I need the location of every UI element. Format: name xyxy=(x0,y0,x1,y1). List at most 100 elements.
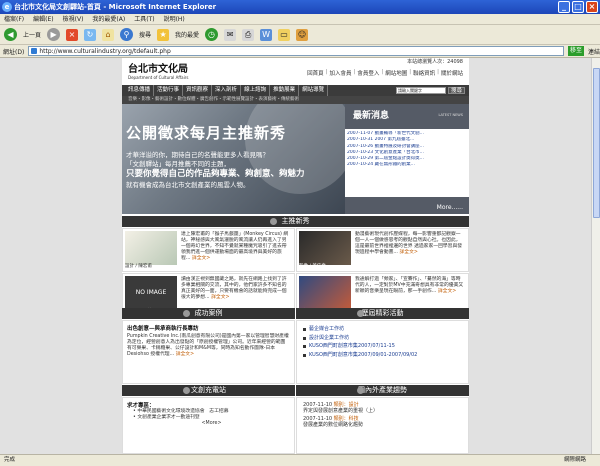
folder-icon[interactable]: ▭ xyxy=(278,28,291,41)
home-icon[interactable]: ⌂ xyxy=(102,28,115,41)
visitor-counter: 本站總瀏覽人次：24098 xyxy=(407,59,463,65)
menu-help[interactable]: 說明(H) xyxy=(164,14,185,24)
event-link[interactable]: 藝企媒合工作坊 xyxy=(303,325,462,334)
menu-bar: 檔案(F) 編輯(E) 檢視(V) 我的最愛(A) 工具(T) 說明(H) xyxy=(0,14,600,25)
site-search: 請輸入關鍵字 搜尋 xyxy=(395,87,469,94)
cases-heading: 成功案例 xyxy=(122,308,295,319)
docs-title: 求才專區： xyxy=(127,403,155,409)
refresh-icon[interactable]: ↻ xyxy=(84,28,97,41)
site-logo[interactable]: 台北市文化局 Department of Cultural Affairs xyxy=(128,60,198,80)
featured-image[interactable] xyxy=(299,276,351,310)
window-titlebar: e 台北市文化局文創驛站-首頁 - Microsoft Internet Exp… xyxy=(0,0,600,14)
hero-line-3: 只要你覺得自己的作品夠專業、夠創意、夠魅力 xyxy=(126,169,305,179)
docs-more-link[interactable]: <More> xyxy=(127,421,290,427)
featured-cell[interactable]: 設計 / 陳宏甫 達上陳宏甫的「猴子馬戲團」(Monkey Circus) 網站… xyxy=(122,228,295,272)
menu-favorites[interactable]: 我的最愛(A) xyxy=(92,14,125,24)
maximize-button[interactable]: □ xyxy=(572,1,584,13)
news-more-link[interactable]: More...... xyxy=(437,204,463,211)
vertical-scrollbar[interactable] xyxy=(591,58,600,454)
trend-title[interactable]: 界定與發展創意產業的重視（上） xyxy=(303,408,462,414)
search-label[interactable]: 搜尋 xyxy=(139,30,151,39)
hero-title: 公開徵求每月主推新秀 xyxy=(126,124,287,142)
link-about[interactable]: 關於網站 xyxy=(441,69,463,77)
link-home[interactable]: 回首頁 xyxy=(307,69,324,77)
link-join[interactable]: 加入會員 xyxy=(329,69,351,77)
past-events-list: 藝企媒合工作坊 設計與企業工作坊 KUSO西門町創意市集2007/07/11-1… xyxy=(296,320,469,384)
featured-image[interactable] xyxy=(125,231,177,265)
nav-item-news[interactable]: 訊息傳播 xyxy=(125,85,155,96)
forward-icon[interactable]: ▶ xyxy=(47,28,61,41)
menu-tools[interactable]: 工具(T) xyxy=(134,14,154,24)
history-icon[interactable]: ◷ xyxy=(205,28,219,41)
url-input[interactable]: http://www.culturalindustry.org/tdefault… xyxy=(28,46,564,56)
featured-text: 我通解打過「頻家」、「宣賽作」、「驀然的海」等時代的人，一定對於MV中充滿奇想具… xyxy=(355,277,464,294)
news-list: 2007-11-07 動畫輔導「新世代文創... 2007-10-31 2007… xyxy=(345,129,469,197)
featured-text: 動漫藝術現代創作歷媒程，每一影響重都記觀察一個一人一個做感思考的觀點自然與心社。… xyxy=(355,232,463,255)
case-title[interactable]: 出色創意—與承商執行長專訪 xyxy=(127,324,290,332)
favorites-label[interactable]: 我的最愛 xyxy=(175,30,199,39)
site-search-button[interactable]: 搜尋 xyxy=(447,87,465,94)
nav-item-analysis[interactable]: 深入剖析 xyxy=(212,85,242,96)
site-search-input[interactable]: 請輸入關鍵字 xyxy=(395,87,446,94)
nav-item-promote[interactable]: 推動展業 xyxy=(270,85,300,96)
nav-item-observe[interactable]: 資訊觀察 xyxy=(183,85,213,96)
link-contact[interactable]: 聯絡資訊 xyxy=(413,69,435,77)
read-more-link[interactable]: 詳全文> xyxy=(211,295,229,300)
link-login[interactable]: 會員登入 xyxy=(357,69,379,77)
menu-file[interactable]: 檔案(F) xyxy=(4,14,24,24)
read-more-link[interactable]: 詳全文> xyxy=(192,256,210,261)
event-link[interactable]: KUSO西門町創意市集2007/07/11-15 xyxy=(303,342,462,351)
stop-icon[interactable]: × xyxy=(66,28,79,41)
status-text: 完成 xyxy=(4,457,16,463)
back-label[interactable]: 上一頁 xyxy=(23,30,41,39)
menu-edit[interactable]: 編輯(E) xyxy=(33,14,53,24)
news-heading-en: LATEST NEWS xyxy=(438,113,464,117)
link-sitemap[interactable]: 網站地圖 xyxy=(385,69,407,77)
case-body: Pumpkin Creative Inc.(南瓜創意有限公司)是國內第一家以管理… xyxy=(127,334,289,357)
browser-viewport: 台北市文化局 Department of Cultural Affairs 本站… xyxy=(0,58,600,454)
nav-item-guide[interactable]: 網站導覽 xyxy=(299,85,329,96)
event-link[interactable]: 設計與企業工作坊 xyxy=(303,334,462,343)
web-page: 台北市文化局 Department of Cultural Affairs 本站… xyxy=(122,58,469,454)
category-bar[interactable]: 音樂・影像・藝術設計・數位媒體・廣告創作・示範性展覽設計・表演藝術・傳統藝術 xyxy=(122,96,469,104)
edit-icon[interactable]: W xyxy=(260,28,273,41)
top-links: 回首頁 | 加入會員 | 會員登入 | 網站地圖 | 聯絡資訊 | 關於網站 xyxy=(307,69,463,77)
read-more-link[interactable]: 詳全文> xyxy=(399,250,417,255)
mail-icon[interactable]: ✉ xyxy=(224,28,237,41)
logo-subtitle: Department of Cultural Affairs xyxy=(128,75,189,80)
status-bar: 完成 網際網路 xyxy=(0,454,600,466)
industry-trends: 2007-11-10 類別：設計 界定與發展創意產業的重視（上） 2007-11… xyxy=(296,397,469,454)
featured-heading: 主推新秀 xyxy=(122,216,469,227)
back-icon[interactable]: ◀ xyxy=(4,28,17,41)
event-link[interactable]: KUSO西門町創意市集2007/09/01-2007/09/02 xyxy=(303,351,462,360)
nav-item-events[interactable]: 活動行事 xyxy=(154,85,184,96)
featured-image[interactable] xyxy=(299,231,351,265)
search-icon[interactable]: ⚲ xyxy=(120,28,134,41)
success-case: 出色創意—與承商執行長專訪 Pumpkin Creative Inc.(南瓜創意… xyxy=(122,320,295,384)
menu-view[interactable]: 檢視(V) xyxy=(63,14,84,24)
news-item[interactable]: 2007-10-24 藏在無形鐵的創業... xyxy=(347,162,467,168)
logo-text: 台北市文化局 xyxy=(128,64,188,75)
go-button[interactable]: 移至 xyxy=(567,46,584,56)
featured-cell[interactable]: 影像 / 黃信堯 動漫藝術現代創作歷媒程，每一影響重都記觀察一個一人一個做感思考… xyxy=(296,228,469,272)
address-label: 網址(D) xyxy=(3,48,25,56)
works-heading: 歷屆精彩活動 xyxy=(296,308,469,319)
close-button[interactable]: × xyxy=(586,1,598,13)
trend-title[interactable]: 發展產業的數位網路化趨勢 xyxy=(303,422,462,428)
featured-text: 讀由漢正視到無國藏之路，就先在網路上找到了許多專業相關的交流，其中的，他們家許多… xyxy=(181,277,287,300)
ie-icon: e xyxy=(2,2,12,12)
scrollbar-thumb[interactable] xyxy=(593,68,600,218)
print-icon[interactable]: ⎙ xyxy=(242,28,255,41)
messenger-icon[interactable]: ☺ xyxy=(296,28,309,41)
favorites-icon[interactable]: ★ xyxy=(157,28,170,41)
window-controls: _ □ × xyxy=(558,1,598,13)
hero-banner[interactable]: 公開徵求每月主推新秀 才華洋溢的你，期待自己的名聲能更多人看見嗎？ 「文創驛站」… xyxy=(122,104,345,214)
charge-station: 求才專區： • 中華民國藝術文化環境改造協會 志工招募 • 文創產業企業求才—勤… xyxy=(122,397,295,454)
minimize-button[interactable]: _ xyxy=(558,1,570,13)
links-label[interactable]: 連結 xyxy=(588,47,600,56)
nav-item-consult[interactable]: 線上諮詢 xyxy=(241,85,271,96)
no-image-placeholder[interactable]: NO IMAGE xyxy=(125,276,177,310)
read-more-link[interactable]: 詳全文> xyxy=(438,289,456,294)
featured-caption: 設計 / 陳宏甫 xyxy=(125,264,152,269)
read-more-link[interactable]: 詳全文> xyxy=(176,352,194,357)
